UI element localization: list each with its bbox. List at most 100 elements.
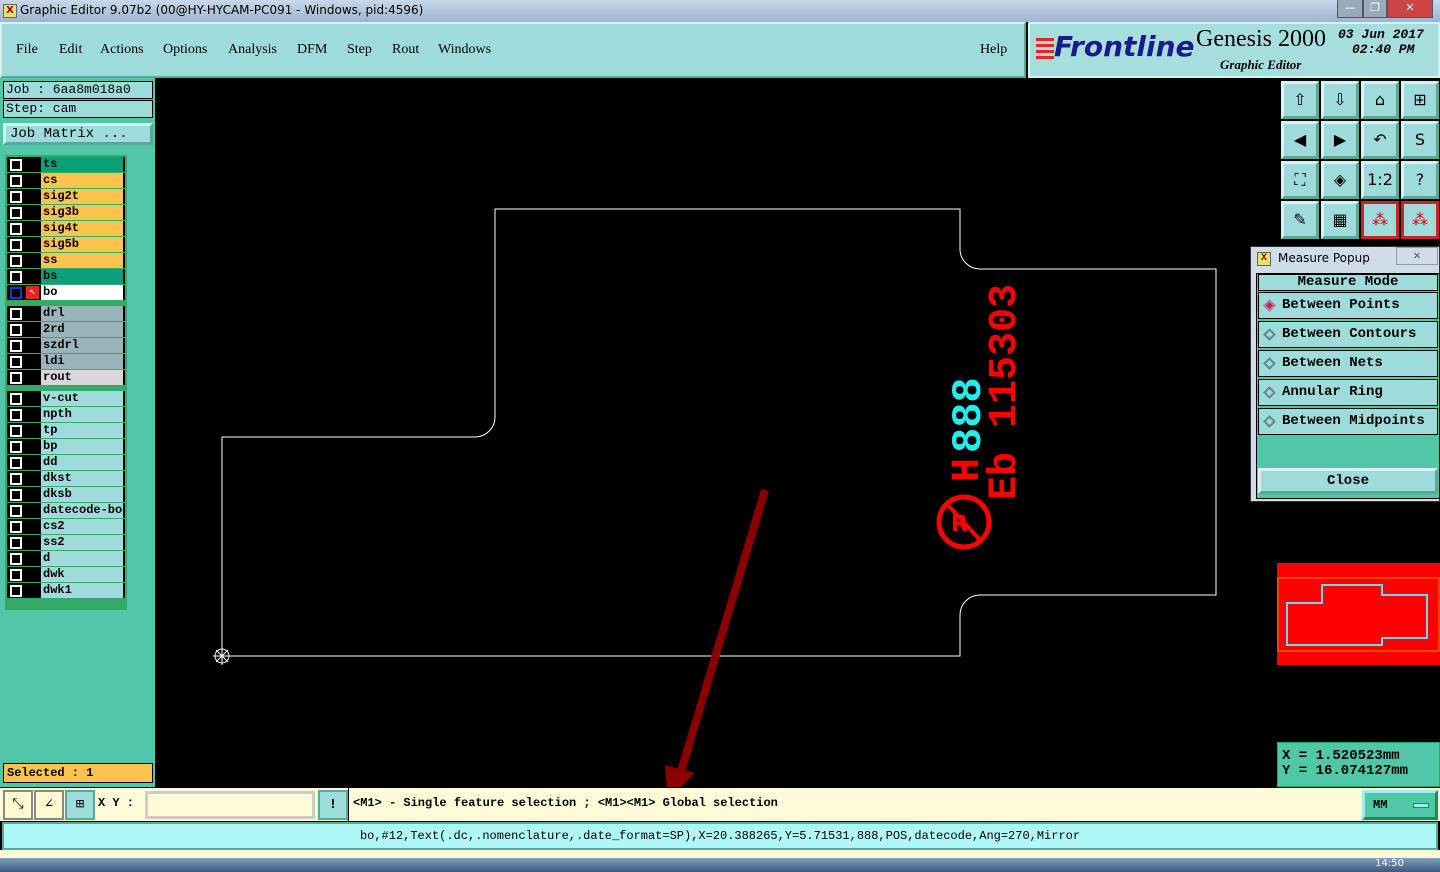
menu-windows[interactable]: Windows xyxy=(438,42,491,58)
nomenclature-888[interactable]: 888 xyxy=(945,377,993,453)
layer-row-dksb[interactable]: dksb xyxy=(7,487,125,502)
layer-checkbox[interactable] xyxy=(10,393,22,405)
layer-row-ss[interactable]: ss xyxy=(7,253,125,268)
layer-checkbox[interactable] xyxy=(10,457,22,469)
save-icon[interactable]: ⇩ xyxy=(1321,81,1359,119)
nomenclature-h[interactable]: H xyxy=(946,458,991,482)
layer-checkbox[interactable] xyxy=(10,287,22,299)
layer-checkbox[interactable] xyxy=(10,175,22,187)
layer-row-ldi[interactable]: ldi xyxy=(7,354,125,369)
layer-checkbox[interactable] xyxy=(10,473,22,485)
menu-analysis[interactable]: Analysis xyxy=(228,42,277,58)
xy-input[interactable] xyxy=(145,791,315,819)
layer-row-dwk[interactable]: dwk xyxy=(7,567,125,582)
layer-row-dd[interactable]: dd xyxy=(7,455,125,470)
minimize-button[interactable]: — xyxy=(1337,0,1363,18)
layer-checkbox[interactable] xyxy=(10,537,22,549)
layer-checkbox[interactable] xyxy=(10,340,22,352)
layer-checkbox[interactable] xyxy=(10,159,22,171)
layer-checkbox[interactable] xyxy=(10,425,22,437)
menu-options[interactable]: Options xyxy=(163,42,207,58)
menu-actions[interactable]: Actions xyxy=(100,42,144,58)
layer-row-ts[interactable]: ts xyxy=(7,157,125,172)
layer-row-cs[interactable]: cs xyxy=(7,173,125,188)
pan-right-icon[interactable]: ▶ xyxy=(1321,121,1359,159)
maximize-button[interactable]: ❐ xyxy=(1363,0,1387,18)
menu-edit[interactable]: Edit xyxy=(59,42,82,58)
home-icon[interactable]: ⌂ xyxy=(1361,81,1399,119)
window-layout-icon[interactable]: ⊞ xyxy=(1401,81,1439,119)
layer-row-bp[interactable]: bp xyxy=(7,439,125,454)
layer-row-d[interactable]: d xyxy=(7,551,125,566)
pan-left-icon[interactable]: ◀ xyxy=(1281,121,1319,159)
layer-checkbox[interactable] xyxy=(10,585,22,597)
menu-file[interactable]: File xyxy=(16,42,38,58)
layer-checkbox[interactable] xyxy=(10,271,22,283)
layer-checkbox[interactable] xyxy=(10,191,22,203)
layer-row-cs2[interactable]: cs2 xyxy=(7,519,125,534)
layer-row-v-cut[interactable]: v-cut xyxy=(7,391,125,406)
undo-view-icon[interactable]: ↶ xyxy=(1361,121,1399,159)
layer-checkbox[interactable] xyxy=(10,505,22,517)
mini-map[interactable] xyxy=(1277,563,1440,665)
open-icon[interactable]: ⇧ xyxy=(1281,81,1319,119)
layer-checkbox[interactable] xyxy=(10,553,22,565)
layer-checkbox[interactable] xyxy=(10,207,22,219)
snake-icon[interactable]: S xyxy=(1401,121,1439,159)
layer-row-sig2t[interactable]: sig2t xyxy=(7,189,125,204)
net-highlight-alt-icon[interactable]: ⁂ xyxy=(1401,201,1439,239)
layer-checkbox[interactable] xyxy=(10,409,22,421)
menu-rout[interactable]: Rout xyxy=(392,42,419,58)
fit-all-icon[interactable]: ⛶ xyxy=(1281,161,1319,199)
measure-option-between-nets[interactable]: Between Nets xyxy=(1258,350,1438,377)
menu-step[interactable]: Step xyxy=(347,42,372,58)
measure-angle-icon[interactable]: ∠ xyxy=(34,790,64,820)
layer-checkbox[interactable] xyxy=(10,521,22,533)
menu-help[interactable]: Help xyxy=(980,42,1007,58)
grid-toggle-icon[interactable]: ▦ xyxy=(1321,201,1359,239)
units-dropdown[interactable]: MM xyxy=(1362,790,1438,820)
layer-row-dwk1[interactable]: dwk1 xyxy=(7,583,125,598)
job-matrix-button[interactable]: Job Matrix ... xyxy=(3,123,153,145)
layer-row-tp[interactable]: tp xyxy=(7,423,125,438)
measure-option-between-midpoints[interactable]: Between Midpoints xyxy=(1258,408,1438,435)
layer-checkbox[interactable] xyxy=(10,441,22,453)
tools-palette-icon[interactable]: ✎ xyxy=(1281,201,1319,239)
measure-option-between-points[interactable]: Between Points xyxy=(1258,292,1438,319)
layer-checkbox[interactable] xyxy=(10,223,22,235)
zoom-center-icon[interactable]: ◈ xyxy=(1321,161,1359,199)
layer-checkbox[interactable] xyxy=(10,489,22,501)
layer-row-szdrl[interactable]: szdrl xyxy=(7,338,125,353)
layer-row-ss2[interactable]: ss2 xyxy=(7,535,125,550)
help-icon[interactable]: ? xyxy=(1401,161,1439,199)
graphic-canvas[interactable]: Eb 115303 H 888 R xyxy=(155,78,1277,787)
layer-checkbox[interactable] xyxy=(10,372,22,384)
layer-row-sig4t[interactable]: sig4t xyxy=(7,221,125,236)
popup-close-x-button[interactable]: ✕ xyxy=(1396,247,1438,265)
board-outline[interactable] xyxy=(221,208,1217,657)
scale-1-2-icon[interactable]: 1:2 xyxy=(1361,161,1399,199)
net-highlight-icon[interactable]: ⁂ xyxy=(1361,201,1399,239)
layer-checkbox[interactable] xyxy=(10,255,22,267)
layer-row-bs[interactable]: bs xyxy=(7,269,125,284)
layer-checkbox[interactable] xyxy=(10,324,22,336)
layer-row-npth[interactable]: npth xyxy=(7,407,125,422)
measure-option-between-contours[interactable]: Between Contours xyxy=(1258,321,1438,348)
popup-close-button[interactable]: Close xyxy=(1258,468,1438,494)
layer-row-rout[interactable]: rout xyxy=(7,370,125,385)
layer-checkbox[interactable] xyxy=(10,356,22,368)
snap-icon[interactable]: ⤡ xyxy=(3,790,33,820)
menu-dfm[interactable]: DFM xyxy=(297,42,327,58)
layer-checkbox[interactable] xyxy=(10,308,22,320)
layer-row-sig5b[interactable]: sig5b xyxy=(7,237,125,252)
layer-row-drl[interactable]: drl xyxy=(7,306,125,321)
layer-checkbox[interactable] xyxy=(10,239,22,251)
alert-icon[interactable]: ! xyxy=(318,790,348,820)
close-window-button[interactable]: ✕ xyxy=(1387,0,1433,18)
layer-row-sig3b[interactable]: sig3b xyxy=(7,205,125,220)
measure-option-annular-ring[interactable]: Annular Ring xyxy=(1258,379,1438,406)
grid-icon[interactable]: ⊞ xyxy=(65,790,95,820)
layer-row-dkst[interactable]: dkst xyxy=(7,471,125,486)
layer-row-2rd[interactable]: 2rd xyxy=(7,322,125,337)
layer-checkbox[interactable] xyxy=(10,569,22,581)
